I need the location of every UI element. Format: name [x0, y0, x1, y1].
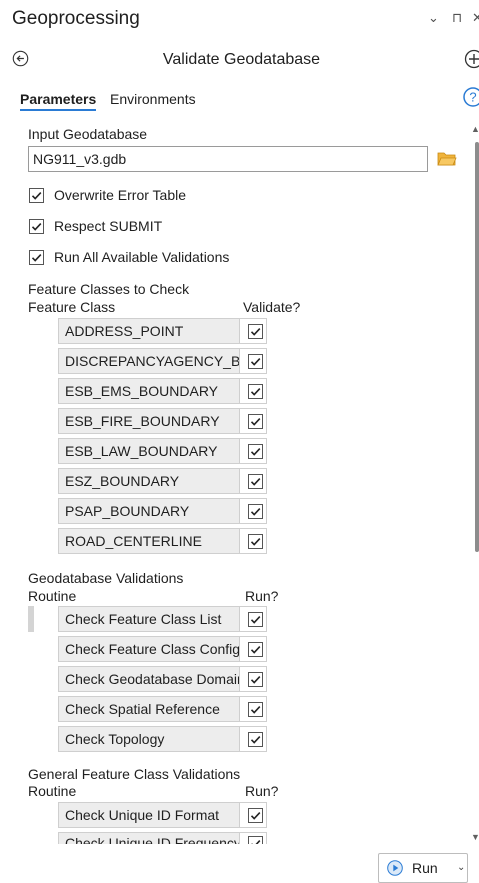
feature-class-cell: DISCREPANCYAGENCY_BOUNDARY: [58, 348, 240, 374]
pane-title-bar: Geoprocessing ⌄ ⊓ ✕: [0, 0, 479, 36]
routine-cell: Check Geodatabase Domains: [58, 666, 240, 692]
feature-class-cell: ESZ_BOUNDARY: [58, 468, 240, 494]
geodatabase-validations-section-label: Geodatabase Validations: [28, 570, 183, 586]
validate-checkbox-cell[interactable]: [239, 438, 267, 464]
run-checkbox-cell[interactable]: [239, 832, 267, 844]
routine-column-header: Routine: [28, 588, 76, 604]
chevron-down-icon[interactable]: ⌄: [457, 862, 465, 873]
routine-cell: Check Unique ID Frequency: [58, 832, 240, 844]
run-column-header: Run?: [245, 783, 278, 799]
run-checkbox-cell[interactable]: [239, 802, 267, 828]
validate-checkbox-cell[interactable]: [239, 318, 267, 344]
scroll-down-icon[interactable]: ▼: [471, 832, 479, 842]
pane-options-icon[interactable]: ⌄: [428, 10, 439, 26]
routine-cell: Check Feature Class Configuration: [58, 636, 240, 662]
add-icon[interactable]: [464, 49, 479, 69]
routine-cell: Check Spatial Reference: [58, 696, 240, 722]
run-all-validations-checkbox[interactable]: [29, 250, 44, 265]
feature-class-cell: ADDRESS_POINT: [58, 318, 240, 344]
svg-text:?: ?: [469, 90, 476, 105]
pane-title: Geoprocessing: [12, 8, 140, 30]
run-all-validations-label: Run All Available Validations: [54, 249, 229, 265]
respect-submit-label: Respect SUBMIT: [54, 218, 162, 234]
general-fc-validations-section-label: General Feature Class Validations: [28, 766, 240, 782]
run-checkbox-cell[interactable]: [239, 636, 267, 662]
feature-class-cell: ESB_EMS_BOUNDARY: [58, 378, 240, 404]
pin-icon[interactable]: ⊓: [452, 10, 462, 26]
scrollbar-thumb[interactable]: [475, 142, 479, 552]
feature-class-cell: PSAP_BOUNDARY: [58, 498, 240, 524]
feature-classes-section-label: Feature Classes to Check: [28, 281, 189, 297]
validate-checkbox-cell[interactable]: [239, 528, 267, 554]
feature-class-cell: ESB_LAW_BOUNDARY: [58, 438, 240, 464]
validate-checkbox-cell[interactable]: [239, 378, 267, 404]
run-checkbox-cell[interactable]: [239, 666, 267, 692]
close-icon[interactable]: ✕: [472, 10, 479, 26]
validate-checkbox-cell[interactable]: [239, 468, 267, 494]
run-checkbox-cell[interactable]: [239, 726, 267, 752]
overwrite-error-table-checkbox[interactable]: [29, 188, 44, 203]
run-checkbox-cell[interactable]: [239, 696, 267, 722]
tab-environments[interactable]: Environments: [110, 91, 196, 107]
help-icon[interactable]: ?: [462, 86, 479, 108]
tool-title: Validate Geodatabase: [0, 51, 479, 69]
routine-cell: Check Feature Class List: [58, 606, 240, 632]
input-geodatabase-label: Input Geodatabase: [28, 126, 147, 142]
run-checkbox-cell[interactable]: [239, 606, 267, 632]
overwrite-error-table-label: Overwrite Error Table: [54, 187, 186, 203]
validate-checkbox-cell[interactable]: [239, 408, 267, 434]
play-icon: [387, 860, 403, 876]
input-geodatabase-field[interactable]: NG911_v3.gdb: [28, 146, 428, 172]
validate-checkbox-cell[interactable]: [239, 348, 267, 374]
run-button-label: Run: [412, 860, 438, 876]
run-button[interactable]: Run ⌄: [378, 853, 468, 883]
feature-class-cell: ROAD_CENTERLINE: [58, 528, 240, 554]
routine-cell: Check Unique ID Format: [58, 802, 240, 828]
routine-column-header: Routine: [28, 783, 76, 799]
folder-icon[interactable]: [437, 150, 457, 167]
row-selector[interactable]: [28, 606, 34, 632]
run-column-header: Run?: [245, 588, 278, 604]
validate-checkbox-cell[interactable]: [239, 498, 267, 524]
feature-class-column-header: Feature Class: [28, 299, 115, 315]
validate-column-header: Validate?: [243, 299, 300, 315]
routine-cell: Check Topology: [58, 726, 240, 752]
respect-submit-checkbox[interactable]: [29, 219, 44, 234]
tab-parameters[interactable]: Parameters: [20, 91, 96, 111]
scroll-up-icon[interactable]: ▲: [471, 124, 479, 134]
feature-class-cell: ESB_FIRE_BOUNDARY: [58, 408, 240, 434]
